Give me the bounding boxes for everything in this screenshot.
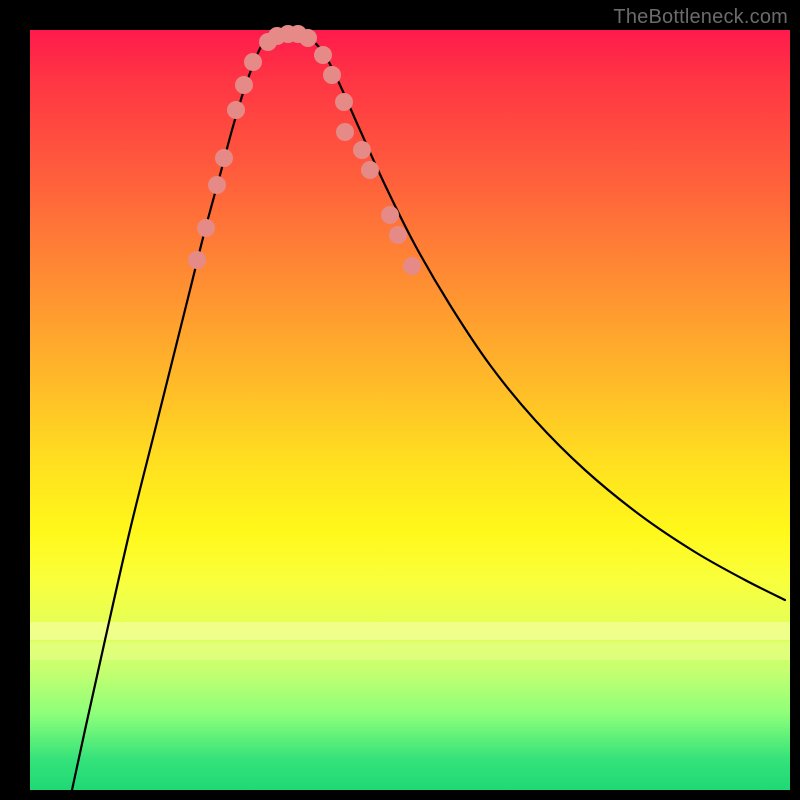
bottleneck-curve-svg [30, 30, 790, 790]
curve-group [72, 33, 785, 790]
curve-dot [336, 123, 354, 141]
curve-dot [403, 257, 421, 275]
chart-frame: TheBottleneck.com [0, 0, 800, 800]
curve-dot [381, 206, 399, 224]
curve-dot [244, 53, 262, 71]
curve-dot [299, 29, 317, 47]
curve-dot [323, 66, 341, 84]
curve-dot [314, 46, 332, 64]
curve-dot [353, 141, 371, 159]
curve-dot [227, 101, 245, 119]
curve-dot [235, 76, 253, 94]
curve-dot [335, 93, 353, 111]
plot-area [30, 30, 790, 790]
curve-dot [215, 149, 233, 167]
curve-dot [188, 251, 206, 269]
curve-sample-dots [188, 25, 421, 275]
curve-dot [208, 176, 226, 194]
curve-left-branch [72, 34, 278, 790]
watermark-label: TheBottleneck.com [613, 6, 788, 29]
curve-right-branch [302, 34, 785, 600]
curve-dot [361, 161, 379, 179]
curve-dot [389, 226, 407, 244]
curve-dot [197, 219, 215, 237]
